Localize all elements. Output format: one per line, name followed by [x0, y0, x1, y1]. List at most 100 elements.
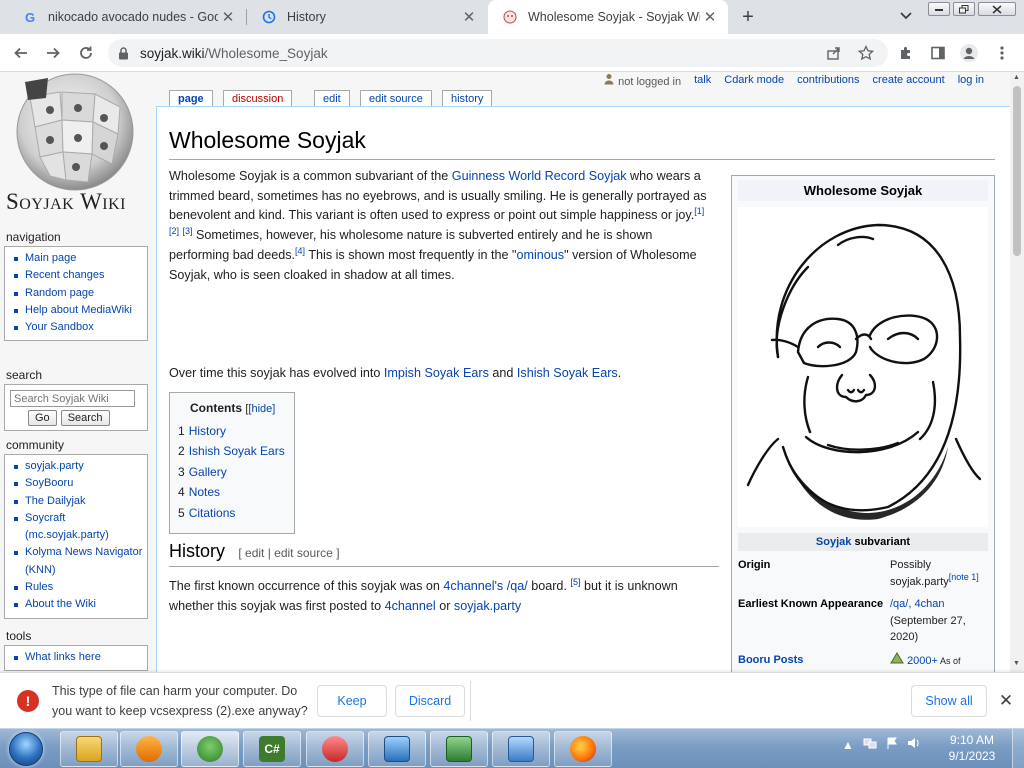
nav-item-sandbox[interactable]: Your Sandbox	[13, 319, 143, 336]
toc-link[interactable]: History	[189, 424, 226, 438]
scroll-down-arrow[interactable]: ▼	[1013, 660, 1020, 667]
image-viewer-icon[interactable]	[368, 731, 426, 767]
media-player-icon[interactable]	[120, 731, 178, 767]
show-hidden-icons-arrow[interactable]: ▲	[842, 738, 854, 752]
community-item-soybooru[interactable]: SoyBooru	[13, 475, 143, 492]
community-item-dailyjak[interactable]: The Dailyjak	[13, 493, 143, 510]
toc-item[interactable]: 2 Ishish Soyak Ears	[178, 441, 294, 461]
search-input[interactable]	[10, 390, 135, 407]
create-account-link[interactable]: create account	[873, 74, 945, 86]
nav-item-help[interactable]: Help about MediaWiki	[13, 302, 143, 319]
scissors-icon[interactable]	[306, 731, 364, 767]
4channel-link[interactable]: 4channel	[385, 599, 436, 613]
show-desktop-button[interactable]	[1012, 729, 1024, 768]
network-icon[interactable]	[863, 737, 877, 752]
community-item-knn[interactable]: Kolyma News Navigator (KNN)	[13, 544, 143, 579]
tools-item-what-links-here[interactable]: What links here	[13, 649, 143, 666]
community-link[interactable]: About the Wiki	[25, 598, 96, 610]
keep-button[interactable]: Keep	[317, 685, 387, 717]
nav-link[interactable]: Recent changes	[25, 269, 105, 281]
community-link[interactable]: SoyBooru	[25, 477, 73, 489]
url-text[interactable]: soyjak.wiki/Wholesome_Soyjak	[140, 46, 328, 61]
volume-icon[interactable]	[907, 737, 921, 752]
ref-5[interactable]: [5]	[570, 577, 580, 587]
profile-avatar-icon[interactable]	[957, 41, 981, 65]
forward-button[interactable]	[41, 41, 65, 65]
minimize-button[interactable]	[928, 2, 950, 16]
explorer-icon[interactable]	[60, 731, 118, 767]
menu-dots-icon[interactable]	[990, 41, 1014, 65]
nav-link[interactable]: Your Sandbox	[25, 321, 94, 333]
ishish-soyak-ears-link[interactable]: Ishish Soyak Ears	[517, 366, 618, 380]
share-icon[interactable]	[822, 41, 846, 65]
start-button[interactable]	[3, 730, 49, 768]
bookmark-star-icon[interactable]	[854, 41, 878, 65]
system-monitor-icon[interactable]	[430, 731, 488, 767]
control-panel-icon[interactable]	[492, 731, 550, 767]
window-close-button[interactable]	[978, 2, 1016, 16]
ref-2[interactable]: [2]	[169, 226, 179, 236]
toc-item[interactable]: 4 Notes	[178, 482, 294, 502]
tab-edit-source[interactable]: edit source	[360, 90, 432, 107]
soyjak-party-link[interactable]: soyjak.party	[454, 599, 521, 613]
section-edit-links[interactable]: [ edit | edit source ]	[238, 546, 339, 560]
side-panel-icon[interactable]	[926, 41, 950, 65]
back-button[interactable]	[9, 41, 33, 65]
toc-hide-toggle[interactable]: [[hide]	[245, 403, 275, 415]
community-link[interactable]: soyjak.party	[25, 460, 84, 472]
dark-mode-link[interactable]: Cdark mode	[724, 74, 784, 86]
booru-posts-link[interactable]: Booru Posts	[738, 654, 803, 666]
community-link[interactable]: Kolyma News Navigator (KNN)	[25, 546, 142, 575]
tab-history[interactable]: history	[442, 90, 493, 107]
guinness-soyjak-link[interactable]: Guinness World Record Soyjak	[452, 169, 627, 183]
4channel-qa-link[interactable]: 4channel's /qa/	[443, 579, 527, 593]
toc-hide-link[interactable]: [hide]	[248, 403, 275, 415]
tab-wholesome-soyjak[interactable]: Wholesome Soyjak - Soyjak Wiki ✕	[488, 0, 728, 34]
nav-item-recent-changes[interactable]: Recent changes	[13, 267, 143, 284]
soyjak-link[interactable]: Soyjak	[816, 536, 851, 548]
wholesome-soyjak-image[interactable]	[738, 207, 988, 527]
search-button[interactable]: Search	[60, 410, 110, 426]
discard-button[interactable]: Discard	[395, 685, 465, 717]
log-in-link[interactable]: log in	[958, 74, 984, 86]
ref-3[interactable]: [3]	[183, 226, 193, 236]
talk-link[interactable]: talk	[694, 74, 711, 86]
tab-search-button[interactable]	[896, 6, 916, 26]
page-scrollbar[interactable]: ▲ ▼	[1010, 72, 1024, 672]
booru-count-link[interactable]: 2000+	[907, 655, 938, 667]
note-1-ref[interactable]: [note 1]	[949, 572, 979, 582]
community-item-rules[interactable]: Rules	[13, 579, 143, 596]
address-bar[interactable]: soyjak.wiki/Wholesome_Soyjak	[108, 39, 888, 67]
tab-history[interactable]: History ✕	[247, 0, 487, 34]
nav-link[interactable]: Random page	[25, 287, 94, 299]
close-icon[interactable]: ✕	[218, 7, 238, 27]
community-item-soycraft[interactable]: Soycraft (mc.soyjak.party)	[13, 510, 143, 545]
toc-item[interactable]: 5 Citations	[178, 503, 294, 523]
nav-item-random-page[interactable]: Random page	[13, 285, 143, 302]
qa-4chan-link[interactable]: /qa/, 4chan	[890, 598, 944, 610]
community-item-about[interactable]: About the Wiki	[13, 596, 143, 613]
site-logo[interactable]: Soyjak Wiki	[0, 72, 150, 222]
close-icon[interactable]: ✕	[700, 7, 720, 27]
ref-4[interactable]: [4]	[295, 246, 305, 256]
nav-link[interactable]: Main page	[25, 252, 76, 264]
reload-button[interactable]	[74, 41, 98, 65]
show-all-button[interactable]: Show all	[911, 685, 987, 717]
toc-link[interactable]: Citations	[189, 506, 236, 520]
scroll-thumb[interactable]	[1013, 86, 1021, 256]
tab-discussion[interactable]: discussion	[223, 90, 293, 107]
contributions-link[interactable]: contributions	[797, 74, 859, 86]
tab-edit[interactable]: edit	[314, 90, 350, 107]
action-center-flag-icon[interactable]	[886, 737, 898, 752]
toc-item[interactable]: 3 Gallery	[178, 462, 294, 482]
extensions-icon[interactable]	[894, 41, 918, 65]
firefox-icon[interactable]	[554, 731, 612, 767]
close-icon[interactable]: ✕	[459, 7, 479, 27]
new-tab-button[interactable]: +	[736, 5, 760, 29]
maximize-button[interactable]	[953, 2, 975, 16]
lock-icon[interactable]	[118, 46, 132, 60]
go-button[interactable]: Go	[28, 410, 57, 426]
toc-link[interactable]: Notes	[189, 485, 220, 499]
tab-google-search[interactable]: G nikocado avocado nudes - Goog ✕	[8, 0, 246, 34]
tools-link[interactable]: What links here	[25, 651, 101, 663]
